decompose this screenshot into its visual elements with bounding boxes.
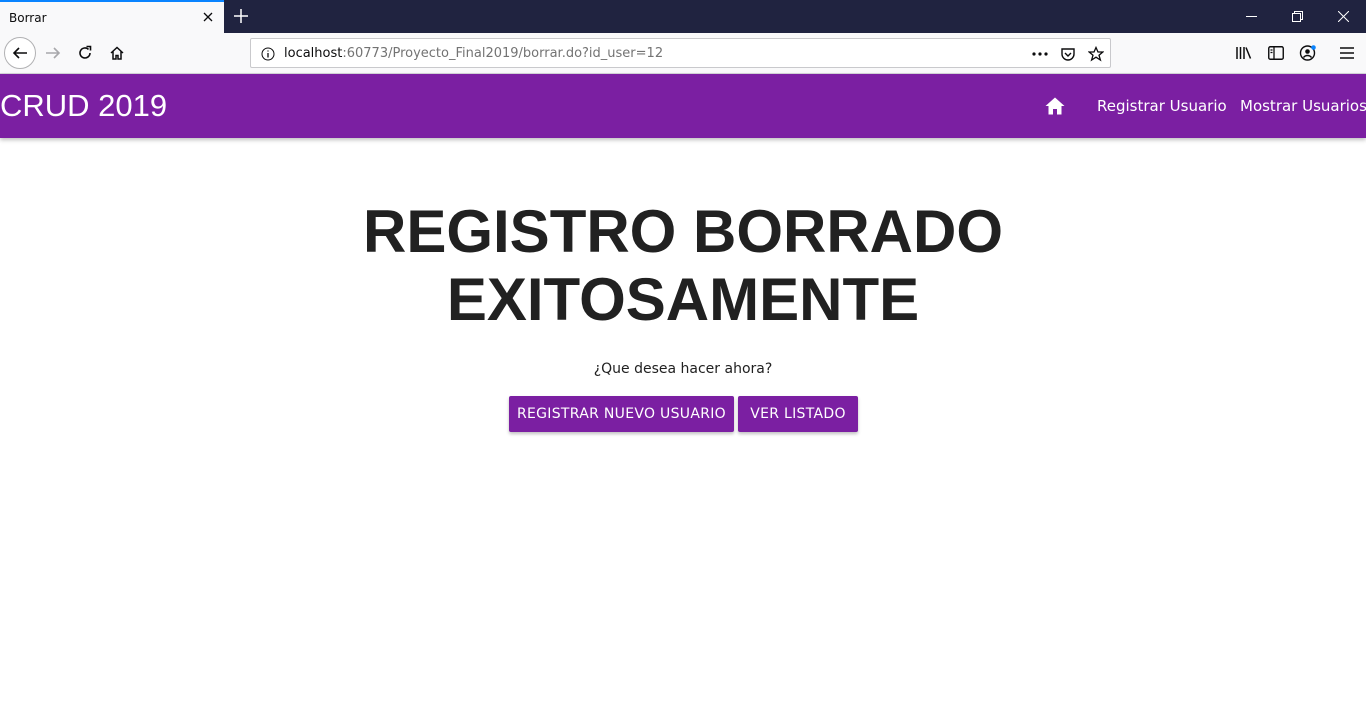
menu-icon[interactable] [1331,37,1363,69]
minimize-icon[interactable] [1228,0,1274,33]
browser-tab[interactable]: Borrar [0,0,224,33]
forward-arrow-icon[interactable] [37,37,69,69]
reload-icon[interactable] [69,37,101,69]
browser-navbar: localhost:60773/Proyecto_Final2019/borra… [0,33,1366,74]
new-tab-icon[interactable] [230,5,252,27]
account-icon[interactable] [1292,37,1324,69]
window-close-icon[interactable] [1320,0,1366,33]
browser-tabstrip: Borrar [0,0,1366,33]
tab-title: Borrar [9,11,47,25]
tab-close-icon[interactable] [199,8,217,26]
more-actions-icon[interactable] [1031,45,1049,63]
address-bar[interactable]: localhost:60773/Proyecto_Final2019/borra… [250,38,1111,68]
sidebar-icon[interactable] [1260,37,1292,69]
bookmark-star-icon[interactable] [1087,45,1105,63]
register-new-user-button[interactable]: REGISTRAR NUEVO USUARIO [509,396,734,432]
home-icon[interactable] [101,37,133,69]
pocket-icon[interactable] [1059,45,1077,63]
info-icon[interactable] [259,45,277,63]
title-line-2: EXITOSAMENTE [446,266,920,333]
view-list-button[interactable]: VER LISTADO [738,396,858,432]
page-title: REGISTRO BORRADO EXITOSAMENTE [283,198,1083,334]
url-host: localhost [284,46,343,61]
app-header: CRUD 2019 Registrar Usuario Mostrar Usua… [0,74,1366,138]
url-path: :60773/Proyecto_Final2019/borrar.do?id_u… [342,46,664,61]
back-arrow-icon[interactable] [4,37,36,69]
restore-icon[interactable] [1274,0,1320,33]
nav-home-icon[interactable] [1043,95,1067,117]
nav-registrar-usuario[interactable]: Registrar Usuario [1097,97,1227,115]
brand-logo-text[interactable]: CRUD 2019 [0,88,167,124]
nav-mostrar-usuarios[interactable]: Mostrar Usuarios [1240,97,1366,115]
prompt-text: ¿Que desea hacer ahora? [593,361,773,377]
title-line-1: REGISTRO BORRADO [362,198,1004,265]
library-icon[interactable] [1228,37,1260,69]
url-text: localhost:60773/Proyecto_Final2019/borra… [284,46,663,61]
